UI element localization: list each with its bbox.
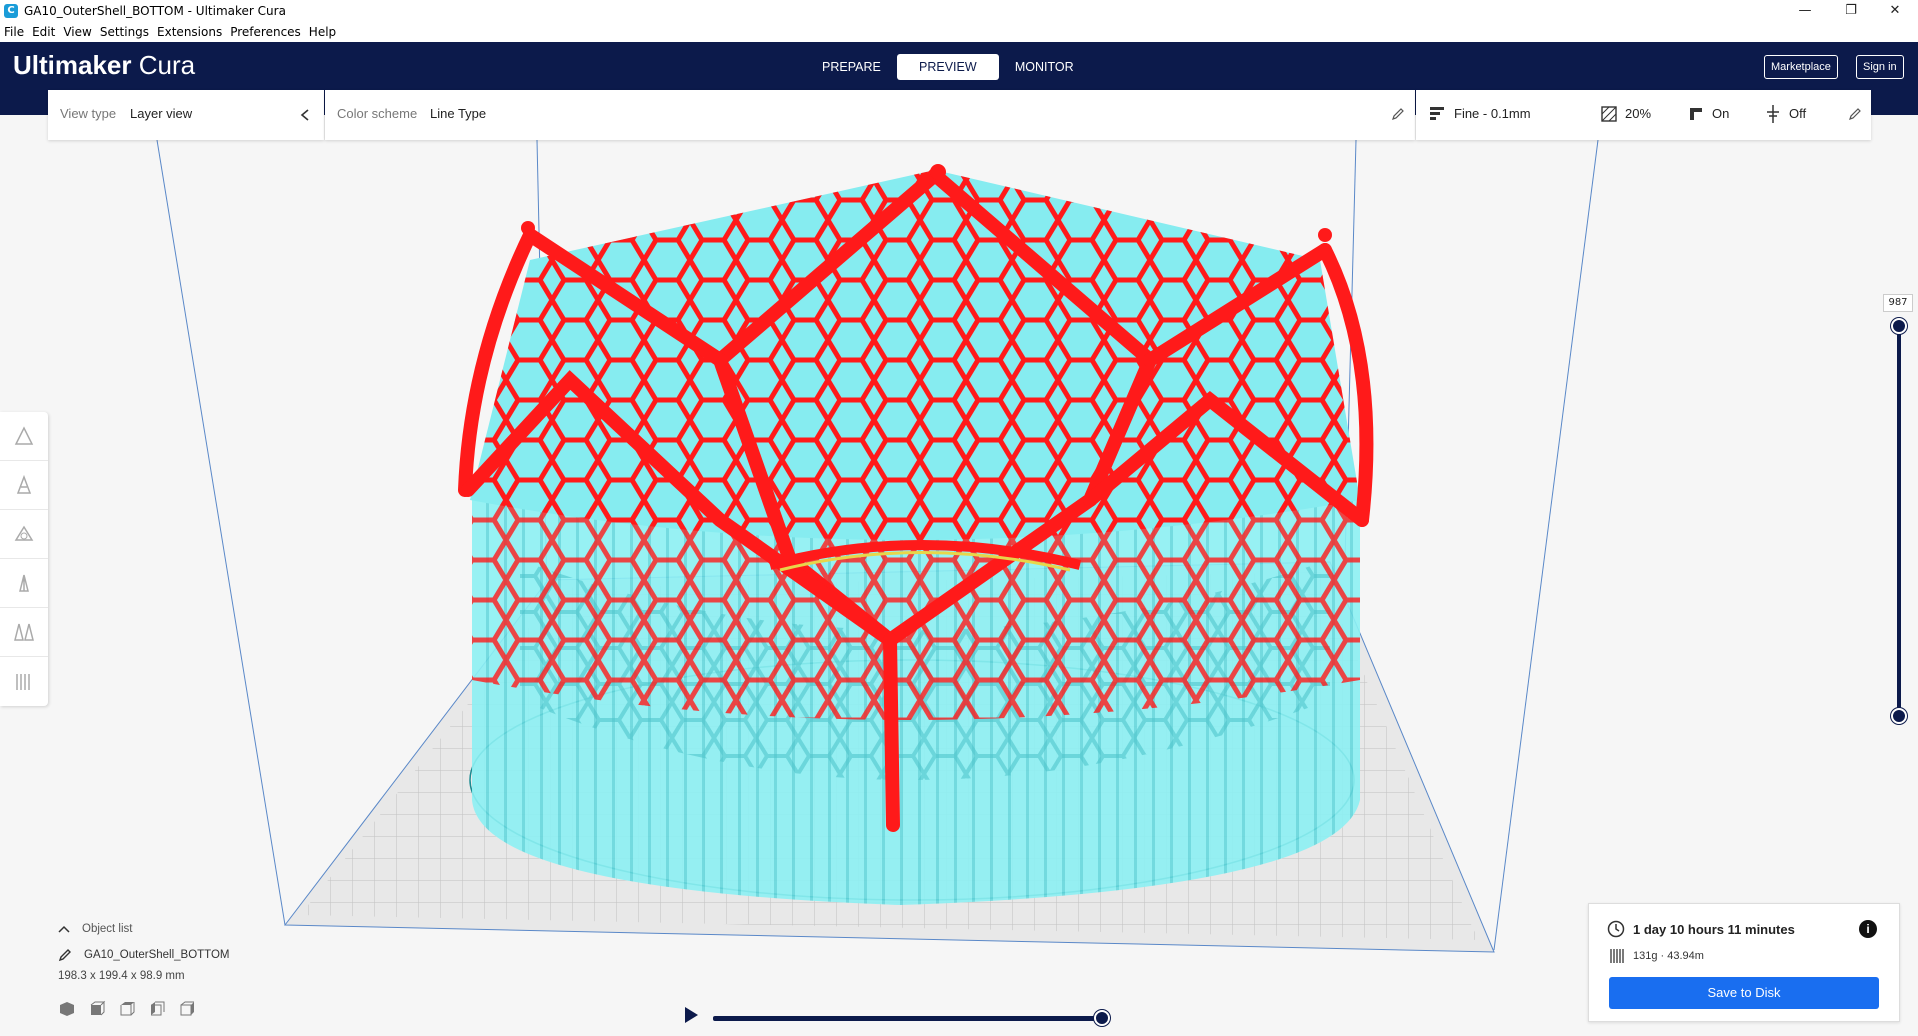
- simulation-slider-handle[interactable]: [1094, 1010, 1110, 1026]
- layer-slider-track[interactable]: [1897, 325, 1901, 716]
- adhesion-value: Off: [1789, 106, 1807, 121]
- layer-view-render: [156, 139, 1599, 953]
- window-titlebar: C GA10_OuterShell_BOTTOM - Ultimaker Cur…: [0, 0, 1918, 22]
- ultimaker-cura-logo: Ultimaker Cura: [13, 50, 195, 81]
- print-info-panel: 1 day 10 hours 11 minutes i 131g · 43.94…: [1588, 903, 1900, 1022]
- maximize-button[interactable]: ❐: [1828, 0, 1874, 22]
- move-tool-button[interactable]: [0, 412, 48, 461]
- print-settings-panel[interactable]: Fine - 0.1mm 20% On Off: [1416, 90, 1871, 140]
- color-scheme-dropdown[interactable]: Line Type: [430, 106, 486, 121]
- chevron-up-icon: [58, 925, 70, 933]
- support-blocker-icon: [16, 673, 30, 690]
- 3d-viewport[interactable]: View type Layer view Color scheme Line T…: [0, 90, 1918, 1036]
- object-list-toggle[interactable]: Object list: [58, 920, 230, 938]
- infill-icon: [1601, 106, 1617, 122]
- menu-preferences[interactable]: Preferences: [230, 25, 301, 39]
- info-icon[interactable]: i: [1859, 920, 1877, 938]
- mirror-tool-button[interactable]: [0, 559, 48, 608]
- view-type-dropdown[interactable]: Layer view: [130, 106, 192, 121]
- right-view-icon[interactable]: [178, 1000, 196, 1018]
- adhesion-icon: [1767, 105, 1779, 123]
- material-usage: 131g · 43.94m: [1633, 950, 1704, 962]
- pencil-icon[interactable]: [58, 948, 72, 962]
- front-view-icon[interactable]: [88, 1000, 106, 1018]
- tab-preview[interactable]: PREVIEW: [896, 54, 999, 80]
- per-model-settings-button[interactable]: [0, 608, 48, 657]
- left-toolbar: [0, 412, 48, 706]
- per-model-icon: [14, 623, 34, 641]
- simulation-slider-track[interactable]: [713, 1016, 1103, 1021]
- object-list-area: Object list GA10_OuterShell_BOTTOM 198.3…: [58, 920, 230, 1018]
- menu-help[interactable]: Help: [309, 25, 336, 39]
- color-scheme-label: Color scheme: [337, 106, 418, 121]
- support-value: On: [1712, 106, 1730, 121]
- pencil-icon[interactable]: [1391, 107, 1405, 121]
- 3d-view-icon[interactable]: [58, 1000, 76, 1018]
- window-title: GA10_OuterShell_BOTTOM - Ultimaker Cura: [24, 4, 286, 18]
- material-spool-icon: [1610, 949, 1624, 963]
- close-window-button[interactable]: ✕: [1872, 0, 1918, 22]
- minimize-button[interactable]: —: [1782, 0, 1828, 22]
- save-to-disk-button[interactable]: Save to Disk: [1609, 977, 1879, 1009]
- play-icon[interactable]: [683, 1006, 699, 1024]
- infill-value: 20%: [1625, 106, 1652, 121]
- support-blocker-button[interactable]: [0, 657, 48, 706]
- mirror-icon: [19, 574, 29, 592]
- logo-brand: Ultimaker: [13, 50, 132, 80]
- stage-tabs: PREPARE PREVIEW MONITOR: [808, 54, 1090, 80]
- object-list-label: Object list: [82, 923, 133, 935]
- support-icon: [1690, 108, 1702, 120]
- pencil-icon[interactable]: [1848, 107, 1862, 121]
- menu-settings[interactable]: Settings: [100, 25, 149, 39]
- sign-in-button[interactable]: Sign in: [1856, 55, 1904, 79]
- layer-slider-bottom-handle[interactable]: [1891, 708, 1907, 724]
- color-scheme-panel: Color scheme Line Type: [325, 90, 1415, 140]
- chevron-left-icon[interactable]: [300, 109, 310, 121]
- layer-slider-top-handle[interactable]: [1891, 318, 1907, 334]
- left-view-icon[interactable]: [148, 1000, 166, 1018]
- top-view-icon[interactable]: [118, 1000, 136, 1018]
- menu-file[interactable]: File: [4, 25, 24, 39]
- menu-extensions[interactable]: Extensions: [157, 25, 222, 39]
- scale-icon: [16, 474, 32, 494]
- marketplace-button[interactable]: Marketplace: [1764, 55, 1838, 79]
- cura-app-icon: C: [4, 4, 18, 18]
- menu-edit[interactable]: Edit: [32, 25, 55, 39]
- clock-icon: [1607, 920, 1625, 938]
- view-type-label: View type: [60, 106, 117, 121]
- rotate-tool-button[interactable]: [0, 510, 48, 559]
- move-icon: [14, 426, 34, 445]
- object-dimensions: 198.3 x 199.4 x 98.9 mm: [58, 970, 185, 982]
- logo-product: Cura: [138, 50, 196, 80]
- object-name-row: GA10_OuterShell_BOTTOM: [58, 948, 230, 962]
- menu-view[interactable]: View: [63, 25, 91, 39]
- tab-prepare[interactable]: PREPARE: [808, 54, 895, 80]
- scale-tool-button[interactable]: [0, 461, 48, 510]
- profile-layers-icon: [1430, 107, 1444, 120]
- menu-bar: File Edit View Settings Extensions Prefe…: [0, 22, 1918, 42]
- view-type-panel: View type Layer view: [48, 90, 324, 140]
- tab-monitor[interactable]: MONITOR: [1001, 54, 1088, 80]
- rotate-icon: [14, 525, 34, 541]
- current-layer-number[interactable]: 987: [1883, 294, 1913, 312]
- camera-view-buttons: [58, 1000, 230, 1018]
- profile-value: Fine - 0.1mm: [1454, 106, 1531, 121]
- object-name[interactable]: GA10_OuterShell_BOTTOM: [84, 949, 230, 961]
- print-time: 1 day 10 hours 11 minutes: [1633, 922, 1795, 937]
